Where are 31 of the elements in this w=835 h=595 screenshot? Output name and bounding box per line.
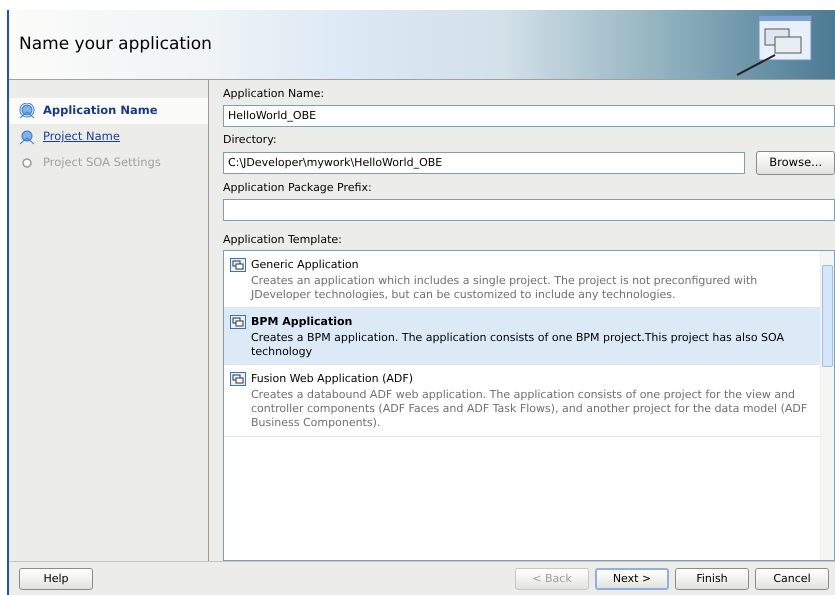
wizard-button[interactable]: Help <box>19 568 93 590</box>
application-icon <box>230 258 246 272</box>
template-list[interactable] <box>223 250 835 561</box>
wizard-title: Name your application <box>18 32 212 56</box>
wizard-button[interactable]: Next > <box>595 568 669 590</box>
template-description: Creates a BPM application. The application consists of one BPM project.This project has also SOA technology <box>250 330 786 360</box>
field-label: Directory: <box>223 132 278 148</box>
scrollbar[interactable] <box>820 251 834 560</box>
wizard-button[interactable]: Cancel <box>755 568 829 590</box>
field-label: Application Package Prefix: <box>223 180 373 196</box>
step-node-icon <box>19 129 35 145</box>
template-description: Creates an application which includes a single project. The project is not preconfigured with JDeveloper technologies, but can be customized to include any technologies. <box>250 274 758 302</box>
template-item[interactable]: BPM Application Creates a BPM application. The application consists of one BPM project.This project has also SOA technology <box>224 308 820 366</box>
step-label: Project SOA Settings <box>43 154 161 172</box>
template-name: Generic Application <box>251 257 359 273</box>
step-label[interactable]: Application Name <box>43 102 158 120</box>
field-label: Application Name: <box>223 86 326 102</box>
browse-button[interactable]: Browse... <box>756 150 835 174</box>
field-label: Application Template: <box>223 232 343 248</box>
step-node-icon <box>19 103 35 119</box>
application-windows-icon <box>735 15 813 77</box>
template-name: BPM Application <box>251 314 352 330</box>
step-label[interactable]: Project Name <box>43 128 120 146</box>
template-name: Fusion Web Application (ADF) <box>251 371 414 388</box>
application-icon <box>230 315 246 330</box>
input-field[interactable]: C:\JDeveloper\mywork\HelloWorld_OBE <box>223 152 746 174</box>
input-field[interactable]: HelloWorld_OBE <box>223 104 835 126</box>
application-icon <box>230 372 246 386</box>
input-field[interactable] <box>223 198 835 220</box>
wizard-button[interactable]: Finish <box>675 568 749 590</box>
template-description: Creates a databound ADF web application. The application consists of one project for the view and controller components (ADF Faces and ADF Task Flows), and another project for the data model (ADF Business Components). <box>250 388 808 431</box>
